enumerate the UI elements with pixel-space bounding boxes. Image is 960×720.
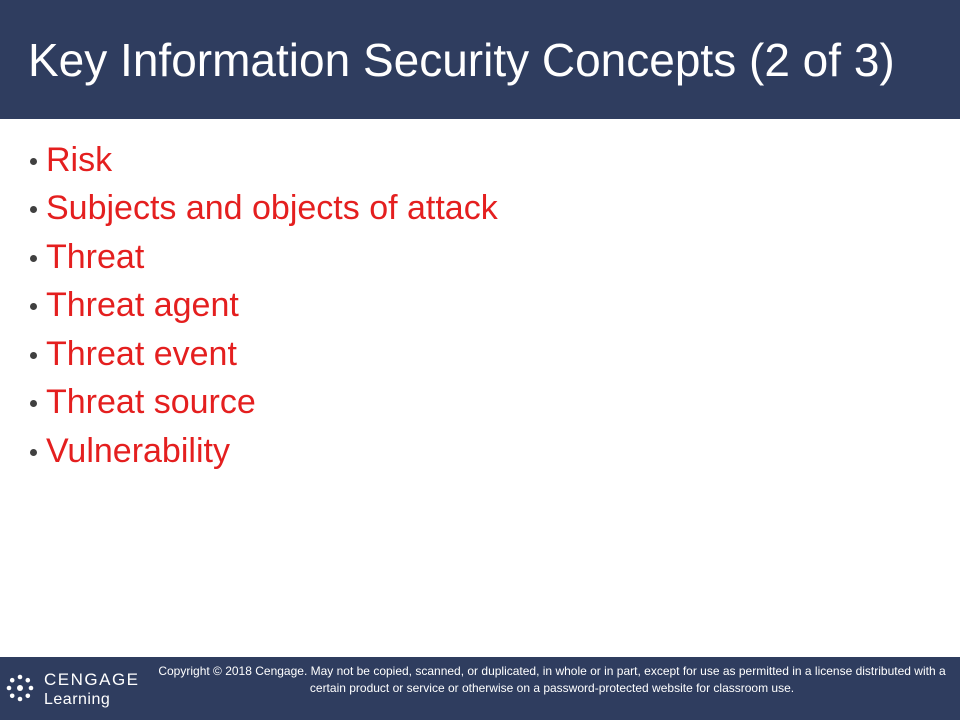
bullet-item-subjects-objects: Subjects and objects of attack [30,185,498,234]
bullet-item-threat-event: Threat event [30,330,498,379]
bullet-list: Risk Subjects and objects of attack Thre… [30,136,498,476]
cengage-logo: CENGAGE Learning [6,670,144,710]
bullet-dot-icon [30,206,37,214]
bullet-link-vulnerability[interactable]: Vulnerability [46,432,230,471]
bullet-link-threat[interactable]: Threat [46,238,144,277]
bullet-dot-icon [30,303,37,311]
bullet-link-threat-agent[interactable]: Threat agent [46,286,239,325]
title-bar: Key Information Security Concepts (2 of … [0,0,960,119]
cengage-logo-icon [6,674,34,702]
bullet-dot-icon [30,254,37,262]
footer-bar: CENGAGE Learning Copyright © 2018 Cengag… [0,657,960,720]
bullet-link-risk[interactable]: Risk [46,141,112,180]
bullet-dot-icon [30,448,37,456]
bullet-item-threat-source: Threat source [30,379,498,428]
bullet-link-threat-source[interactable]: Threat source [46,383,256,422]
logo-wordmark-learning: Learning [44,691,111,708]
slide-title: Key Information Security Concepts (2 of … [28,34,895,86]
bullet-item-threat: Threat [30,233,498,282]
bullet-link-subjects-objects[interactable]: Subjects and objects of attack [46,189,498,228]
slide: Key Information Security Concepts (2 of … [0,0,960,720]
bullet-dot-icon [30,400,37,408]
bullet-item-risk: Risk [30,136,498,185]
bullet-dot-icon [30,157,37,165]
bullet-link-threat-event[interactable]: Threat event [46,335,237,374]
bullet-dot-icon [30,351,37,359]
bullet-item-threat-agent: Threat agent [30,282,498,331]
bullet-item-vulnerability: Vulnerability [30,427,498,476]
logo-wordmark-cengage: CENGAGE [44,670,140,689]
copyright-notice: Copyright © 2018 Cengage. May not be cop… [158,664,946,695]
